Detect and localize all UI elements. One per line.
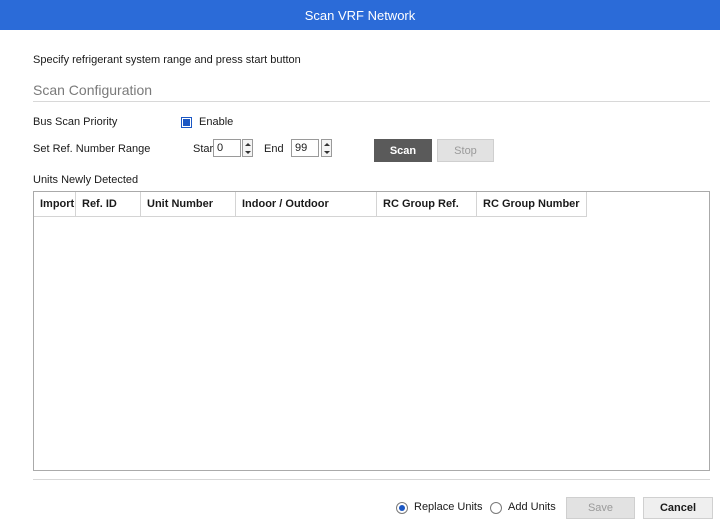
replace-units-radio[interactable] [396, 502, 408, 514]
column-header-rc-group-number[interactable]: RC Group Number [477, 192, 587, 217]
column-header-rc-group-ref[interactable]: RC Group Ref. [377, 192, 477, 217]
arrow-up-icon [323, 142, 330, 146]
stop-button[interactable]: Stop [437, 139, 494, 162]
footer-divider [33, 479, 710, 480]
arrow-up-icon [244, 142, 251, 146]
start-input[interactable] [213, 139, 241, 157]
column-header-import[interactable]: Import [34, 192, 76, 217]
arrow-down-icon [323, 150, 330, 154]
column-header-indoor-outdoor[interactable]: Indoor / Outdoor [236, 192, 377, 217]
start-spin-button[interactable] [242, 139, 253, 157]
radio-selected-dot [399, 505, 405, 511]
section-title: Scan Configuration [33, 82, 153, 98]
units-grid[interactable]: Import Ref. ID Unit Number Indoor / Outd… [33, 191, 710, 471]
end-label: End [264, 143, 284, 155]
enable-checkbox[interactable] [181, 117, 192, 128]
instruction-text: Specify refrigerant system range and pre… [33, 54, 301, 66]
cancel-button[interactable]: Cancel [643, 497, 713, 519]
scan-button[interactable]: Scan [374, 139, 432, 162]
grid-header: Import Ref. ID Unit Number Indoor / Outd… [34, 192, 587, 217]
end-spin-button[interactable] [321, 139, 332, 157]
bus-scan-priority-label: Bus Scan Priority [33, 116, 118, 128]
column-header-ref-id[interactable]: Ref. ID [76, 192, 141, 217]
ref-range-label: Set Ref. Number Range [33, 143, 151, 155]
arrow-down-icon [244, 150, 251, 154]
window-title: Scan VRF Network [304, 7, 416, 23]
end-input[interactable] [291, 139, 319, 157]
title-bar: Scan VRF Network [0, 0, 720, 30]
add-units-label: Add Units [508, 501, 556, 513]
section-divider [33, 101, 710, 102]
replace-units-label: Replace Units [414, 501, 483, 513]
save-button[interactable]: Save [566, 497, 635, 519]
checkbox-check-mark [183, 119, 190, 126]
enable-checkbox-label: Enable [199, 116, 234, 128]
add-units-radio[interactable] [490, 502, 502, 514]
units-detected-label: Units Newly Detected [33, 174, 139, 186]
column-header-unit-number[interactable]: Unit Number [141, 192, 236, 217]
